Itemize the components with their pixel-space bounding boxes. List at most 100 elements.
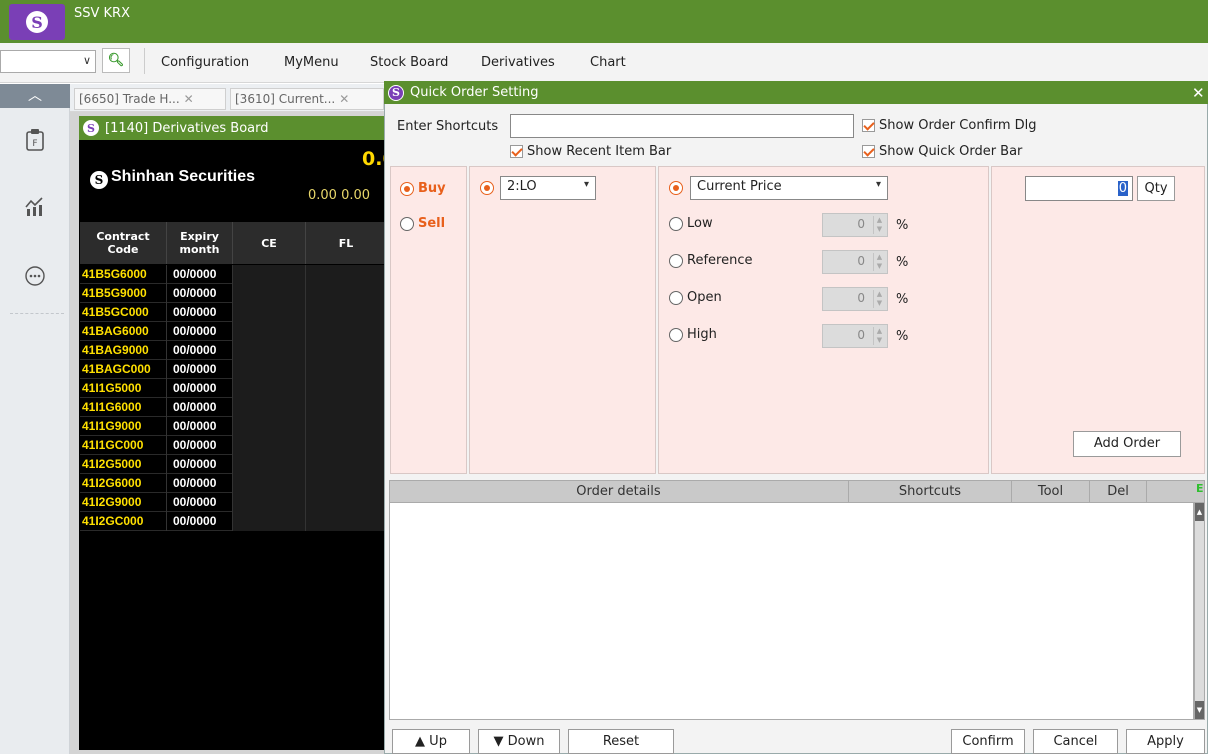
radio-selected-icon — [669, 181, 683, 195]
col-tool: Tool — [1012, 480, 1090, 503]
option-label: High — [687, 327, 717, 342]
board-title: [1140] Derivatives Board — [105, 120, 269, 136]
table-row[interactable]: 41I2G5000 00/0000 — [80, 455, 386, 474]
low-radio[interactable]: Low — [669, 216, 713, 231]
close-icon[interactable]: ✕ — [184, 92, 194, 106]
table-row[interactable]: 41B5G6000 00/0000 — [80, 265, 386, 284]
table-row[interactable]: 41I2G9000 00/0000 — [80, 493, 386, 512]
table-row[interactable]: 41I1G5000 00/0000 — [80, 379, 386, 398]
menu-derivatives[interactable]: Derivatives — [481, 55, 555, 70]
high-radio[interactable]: High — [669, 327, 717, 342]
table-row[interactable]: 41B5GC000 00/0000 — [80, 303, 386, 322]
ce-cell — [233, 474, 306, 493]
col-order-details: Order details — [389, 480, 849, 503]
shortcuts-input[interactable] — [510, 114, 854, 138]
chevron-down-icon: ▾ — [583, 179, 589, 190]
table-row[interactable]: 41B5G9000 00/0000 — [80, 284, 386, 303]
contract-code-cell: 41I1G9000 — [80, 417, 167, 436]
checkbox-checked-icon — [862, 145, 875, 158]
order-details-list[interactable] — [389, 503, 1194, 720]
item-combo[interactable]: ∨ — [0, 50, 96, 73]
fl-cell — [306, 284, 386, 303]
buy-radio[interactable]: Buy — [400, 181, 446, 196]
open-percent-spinner[interactable]: 0 ▲ ▼ — [822, 287, 888, 311]
move-down-button[interactable]: ▼ Down — [478, 729, 560, 754]
fl-cell — [306, 379, 386, 398]
chart-icon[interactable] — [23, 195, 47, 219]
reference-percent-spinner[interactable]: 0 ▲ ▼ — [822, 250, 888, 274]
menu-stock-board[interactable]: Stock Board — [370, 55, 448, 70]
ce-cell — [233, 512, 306, 531]
sidebar-divider — [10, 313, 64, 314]
table-row[interactable]: 41I1G6000 00/0000 — [80, 398, 386, 417]
radio-selected-icon — [400, 181, 414, 196]
expiry-month-cell: 00/0000 — [167, 360, 233, 379]
menu-configuration[interactable]: Configuration — [161, 55, 249, 70]
table-row[interactable]: 41I1G9000 00/0000 — [80, 417, 386, 436]
sell-radio[interactable]: Sell — [400, 216, 445, 231]
menu-chart[interactable]: Chart — [590, 55, 626, 70]
table-row[interactable]: 41I1GC000 00/0000 — [80, 436, 386, 455]
show-order-confirm-checkbox[interactable]: Show Order Confirm Dlg — [862, 118, 1037, 133]
menu-mymenu[interactable]: MyMenu — [284, 55, 339, 70]
quantity-input[interactable]: 0 — [1025, 176, 1133, 201]
price-basis-select[interactable]: Current Price ▾ — [690, 176, 888, 200]
fl-cell — [306, 322, 386, 341]
table-row[interactable]: 41I2GC000 00/0000 — [80, 512, 386, 531]
scroll-down-icon[interactable]: ▼ — [1195, 701, 1204, 719]
order-type-select[interactable]: 2:LO ▾ — [500, 176, 596, 200]
scroll-up-icon[interactable]: ▲ — [1195, 503, 1204, 521]
contract-code-cell: 41I2GC000 — [80, 512, 167, 531]
cancel-button[interactable]: Cancel — [1033, 729, 1118, 754]
apply-button[interactable]: Apply — [1126, 729, 1205, 754]
table-row[interactable]: 41BAG9000 00/0000 — [80, 341, 386, 360]
move-up-button[interactable]: ▲ Up — [392, 729, 470, 754]
expiry-month-cell: 00/0000 — [167, 474, 233, 493]
table-row[interactable]: 41I2G6000 00/0000 — [80, 474, 386, 493]
expiry-month-cell: 00/0000 — [167, 303, 233, 322]
brand-name: Shinhan Securities — [111, 168, 256, 185]
more-icon[interactable] — [23, 265, 47, 289]
confirm-button[interactable]: Confirm — [951, 729, 1025, 754]
fl-cell — [306, 341, 386, 360]
add-order-button[interactable]: Add Order — [1073, 431, 1181, 457]
contract-code-cell: 41I1GC000 — [80, 436, 167, 455]
shinhan-logo-icon: S — [90, 171, 108, 189]
table-row[interactable]: 41BAG6000 00/0000 — [80, 322, 386, 341]
reference-radio[interactable]: Reference — [669, 253, 752, 268]
checkbox-checked-icon — [510, 145, 523, 158]
tab-current[interactable]: [3610] Current... ✕ — [230, 88, 384, 110]
open-radio[interactable]: Open — [669, 290, 722, 305]
expiry-month-cell: 00/0000 — [167, 265, 233, 284]
price-change: 0.00 0.00 — [308, 188, 371, 203]
close-icon[interactable]: ✕ — [1192, 84, 1205, 102]
buy-label: Buy — [418, 181, 446, 196]
tab-trade-history[interactable]: [6650] Trade H... ✕ — [74, 88, 226, 110]
futures-clipboard-icon[interactable]: F — [23, 128, 47, 152]
quantity-panel — [991, 166, 1205, 474]
high-percent-spinner[interactable]: 0 ▲ ▼ — [822, 324, 888, 348]
chevron-down-icon: ▾ — [875, 179, 881, 190]
dialog-title: Quick Order Setting — [410, 85, 539, 100]
table-row[interactable]: 41BAGC000 00/0000 — [80, 360, 386, 379]
contract-code-cell: 41BAGC000 — [80, 360, 167, 379]
radio-unselected-icon — [400, 216, 414, 231]
low-percent-spinner[interactable]: 0 ▲ ▼ — [822, 213, 888, 237]
order-details-scrollbar[interactable]: ▲ ▼ — [1194, 503, 1205, 720]
show-recent-item-bar-checkbox[interactable]: Show Recent Item Bar — [510, 144, 671, 159]
reset-button[interactable]: Reset — [568, 729, 674, 754]
sidebar-collapse-button[interactable]: ︿ — [0, 84, 70, 108]
svg-text:F: F — [32, 139, 37, 149]
search-button[interactable]: 🔍︎ — [102, 48, 130, 73]
contract-code-cell: 41BAG6000 — [80, 322, 167, 341]
close-icon[interactable]: ✕ — [339, 92, 349, 106]
qty-button[interactable]: Qty — [1137, 176, 1175, 201]
current-price-radio[interactable] — [669, 181, 687, 195]
fl-cell — [306, 493, 386, 512]
spinner-value: 0 — [857, 254, 865, 268]
show-quick-order-bar-checkbox[interactable]: Show Quick Order Bar — [862, 144, 1022, 159]
ce-cell — [233, 284, 306, 303]
order-type-radio[interactable] — [480, 181, 498, 195]
ce-cell — [233, 455, 306, 474]
fl-cell — [306, 474, 386, 493]
